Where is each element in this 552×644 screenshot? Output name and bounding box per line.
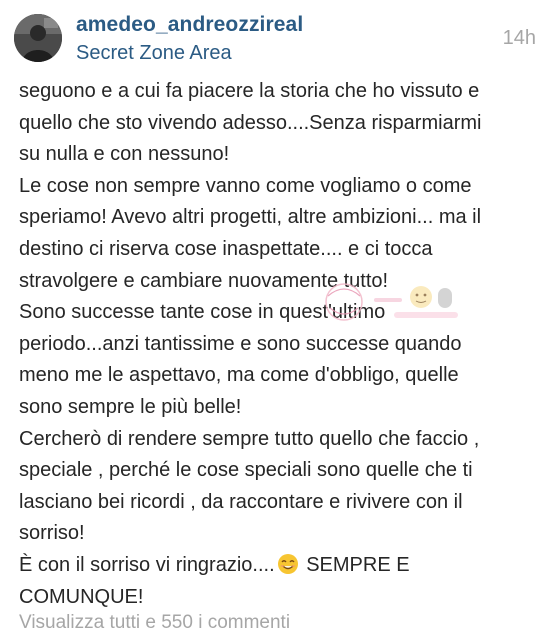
caption-line: speriamo! Avevo altri progetti, altre am… xyxy=(19,206,482,229)
caption-text: SEMPRE E xyxy=(300,553,410,576)
username-link[interactable]: amedeo_andreozzireal xyxy=(76,13,303,37)
smiling-face-emoji-icon xyxy=(277,553,298,574)
caption-line: sono sempre le più belle! xyxy=(19,395,242,418)
post-caption: seguono e a cui fa piacere la storia che… xyxy=(19,76,541,613)
post-timestamp: 14h xyxy=(502,27,536,49)
watermark-logo xyxy=(325,283,458,321)
caption-line: COMUNQUE! xyxy=(19,585,144,608)
caption-line: lasciano bei ricordi , da raccontare e r… xyxy=(19,490,463,513)
caption-line: Le cose non sempre vanno come vogliamo o… xyxy=(19,174,472,197)
caption-line: sorriso! xyxy=(19,522,85,545)
caption-text: È con il sorriso vi ringrazio.... xyxy=(19,553,275,576)
avatar-photo xyxy=(14,14,62,62)
location-link[interactable]: Secret Zone Area xyxy=(76,42,232,65)
caption-line: destino ci riserva cose inaspettate.... … xyxy=(19,237,433,260)
caption-line: periodo...anzi tantissime e sono success… xyxy=(19,332,462,355)
avatar[interactable] xyxy=(14,14,62,62)
caption-line: seguono e a cui fa piacere la storia che… xyxy=(19,80,480,102)
caption-line: su nulla e con nessuno! xyxy=(19,143,230,166)
caption-line: speciale , perché le cose speciali sono … xyxy=(19,459,473,482)
caption-line-with-emoji: È con il sorriso vi ringrazio.... SEMPRE… xyxy=(19,550,541,582)
caption-line: Cercherò di rendere sempre tutto quello … xyxy=(19,427,480,450)
caption-line: meno me le aspettavo, ma come d'obbligo,… xyxy=(19,364,459,387)
caption-line: quello che sto vivendo adesso....Senza r… xyxy=(19,111,482,134)
post-header: amedeo_andreozzireal Secret Zone Area 14… xyxy=(0,0,552,76)
view-all-comments-link[interactable]: Visualizza tutti e 550 i commenti xyxy=(19,612,290,634)
